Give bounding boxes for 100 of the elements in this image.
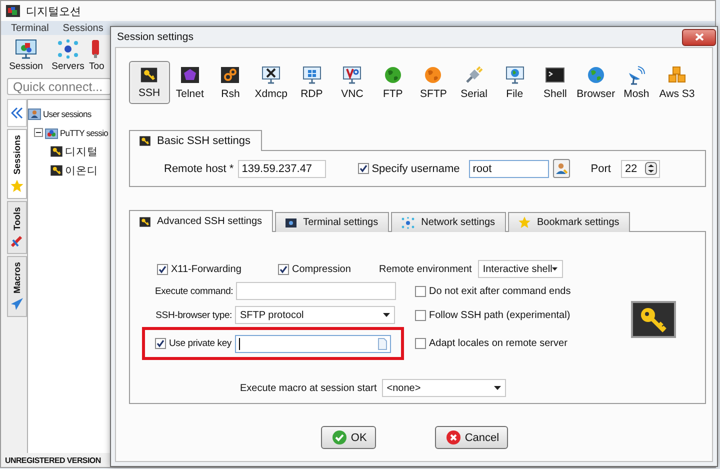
checkbox-label: Use private key	[169, 338, 232, 349]
session-type-button[interactable]: Rsh	[210, 61, 251, 104]
execute-command-field[interactable]	[236, 282, 396, 300]
monitor-icon	[15, 38, 37, 58]
side-tab[interactable]: Macros	[7, 256, 27, 318]
checkbox[interactable]	[358, 163, 369, 174]
monitor-icon	[302, 65, 322, 85]
tree-item[interactable]: PuTTY sessio	[34, 123, 112, 142]
session-type-button[interactable]: Mosh	[616, 61, 657, 104]
globe-icon	[382, 65, 403, 85]
checkbox-label: Adapt locales on remote server	[429, 338, 568, 349]
settings-tab[interactable]: Advanced SSH settings	[129, 210, 274, 232]
settings-tab[interactable]: Network settings	[391, 212, 506, 232]
session-type-button[interactable]: File	[494, 61, 535, 104]
network-icon	[57, 38, 79, 58]
cancel-button[interactable]: Cancel	[434, 426, 508, 449]
close-button[interactable]	[682, 28, 716, 46]
monitor-icon	[504, 65, 525, 85]
settings-tab[interactable]: Bookmark settings	[508, 212, 630, 232]
session-type-button[interactable]: Browser	[576, 61, 616, 104]
star-icon	[518, 216, 532, 229]
checkbox-label: Compression	[292, 264, 351, 274]
gem-icon	[180, 65, 200, 85]
side-tab[interactable]: Tools	[7, 200, 27, 254]
key-icon	[140, 66, 158, 84]
globe-icon	[586, 65, 606, 85]
user-folder-icon	[28, 108, 41, 120]
toolbar-button[interactable]: Too	[89, 38, 109, 72]
checkbox-label: Do not exit after command ends	[429, 286, 571, 296]
checkbox[interactable]	[155, 338, 166, 349]
checkbox[interactable]	[415, 338, 426, 349]
username-field[interactable]: root	[468, 160, 549, 178]
paper-plane-icon	[10, 297, 24, 312]
cubes-icon	[667, 65, 688, 85]
private-key-field[interactable]	[235, 334, 391, 352]
app-icon	[6, 5, 20, 17]
spinner-arrows-icon	[644, 162, 657, 175]
ssh-browser-type-dropdown[interactable]: SFTP protocol	[235, 306, 395, 324]
field-label: Remote host *	[164, 162, 234, 174]
remote-environment-dropdown[interactable]: Interactive shell	[478, 260, 563, 278]
session-type-button[interactable]: VNC	[332, 61, 373, 104]
remote-host-field[interactable]: 139.59.237.47	[238, 160, 326, 178]
ok-button[interactable]: OK	[320, 426, 376, 449]
checkbox[interactable]	[278, 264, 289, 274]
quick-connect-field[interactable]: Quick connect...	[7, 78, 111, 95]
port-field[interactable]: 22	[620, 160, 660, 178]
folder-icon	[45, 126, 58, 138]
session-type-button[interactable]: Telnet	[170, 61, 210, 104]
user-icon	[554, 162, 568, 175]
collapse-icon[interactable]	[34, 128, 43, 137]
caret-icon	[494, 386, 501, 390]
key-icon	[50, 164, 63, 177]
cancel-icon	[446, 430, 461, 445]
key-icon	[139, 135, 151, 147]
field-label: Execute macro at session start	[240, 382, 377, 394]
session-type-button[interactable]: Aws S3	[656, 61, 698, 104]
status-text: UNREGISTERED VERSION	[4, 454, 102, 466]
session-type-button[interactable]: Xdmcp	[250, 61, 292, 104]
session-type-button[interactable]: SSH	[129, 61, 170, 104]
monitor-icon	[261, 65, 282, 85]
session-type-button[interactable]: RDP	[291, 61, 332, 104]
menu-item[interactable]: Sessions	[62, 22, 104, 34]
toolbar-button[interactable]: Session	[5, 38, 47, 72]
key-icon	[638, 306, 668, 334]
key-icon	[139, 216, 151, 228]
caret-icon	[383, 313, 390, 317]
side-tab[interactable]: Sessions	[7, 129, 27, 199]
close-icon	[694, 33, 704, 41]
globe-icon	[423, 65, 444, 85]
macro-dropdown[interactable]: <none>	[382, 379, 506, 397]
field-label: SSH-browser type:	[155, 310, 233, 320]
session-type-button[interactable]: Shell	[534, 61, 576, 104]
plug-icon	[464, 65, 484, 85]
session-type-button[interactable]: SFTP	[413, 61, 454, 104]
toolbar-button[interactable]: Servers	[47, 38, 89, 72]
field-label: Port	[590, 162, 611, 174]
tree-item[interactable]: User sessions	[28, 104, 112, 123]
dialog-title: Session settings	[117, 31, 194, 43]
tree-item[interactable]: 이온디	[40, 161, 112, 180]
collapse-button[interactable]	[7, 99, 27, 127]
settings-tab[interactable]: Terminal settings	[275, 212, 390, 232]
checkbox-label: X11-Forwarding	[171, 264, 242, 274]
session-type-button[interactable]: FTP	[372, 61, 414, 104]
checkbox[interactable]	[415, 286, 426, 296]
checkbox[interactable]	[157, 264, 168, 274]
satellite-dish-icon	[626, 65, 646, 85]
session-type-button[interactable]: Serial	[454, 61, 494, 104]
window-title: 디지털오션	[26, 4, 81, 18]
checkbox[interactable]	[415, 310, 426, 320]
tree-item[interactable]: 디지털	[40, 142, 112, 161]
field-label: Remote environment	[379, 264, 472, 274]
checkbox-label: Follow SSH path (experimental)	[429, 310, 570, 320]
check-icon	[332, 430, 347, 445]
network-icon	[401, 216, 416, 228]
menu-item[interactable]: Terminal	[11, 22, 49, 34]
monitor-icon	[342, 65, 362, 85]
user-button[interactable]	[552, 159, 570, 178]
group-title: Basic SSH settings	[157, 135, 251, 147]
key-icon	[50, 145, 63, 158]
field-label: Execute command:	[155, 286, 234, 296]
